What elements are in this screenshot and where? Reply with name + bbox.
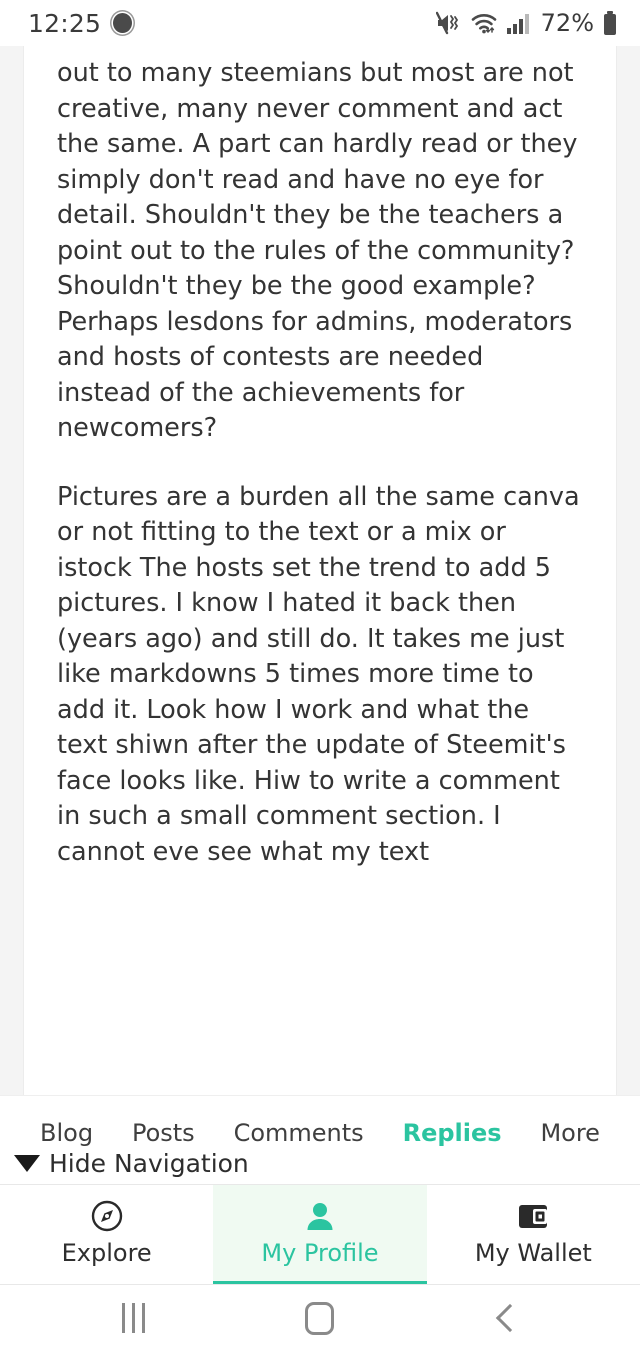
recents-icon — [121, 1303, 145, 1333]
home-icon — [305, 1301, 335, 1335]
battery-icon — [602, 10, 618, 36]
post-paragraph: Pictures are a burden all the same canva… — [57, 481, 580, 867]
status-clock: 12:25 — [28, 8, 102, 38]
wifi-icon — [470, 11, 498, 35]
status-bar: 12:25 72% — [0, 0, 640, 46]
back-icon — [495, 1303, 525, 1333]
profile-tab-strip: Blog Posts Comments Replies More Hide Na… — [0, 1095, 640, 1181]
mute-vibrate-icon — [435, 11, 462, 35]
tab-replies[interactable]: Replies — [403, 1119, 502, 1147]
phone-screen: 12:25 72% out to many steemians but most… — [0, 0, 640, 1351]
system-home-button[interactable] — [275, 1291, 365, 1345]
system-recents-button[interactable] — [88, 1291, 178, 1345]
person-icon — [303, 1199, 337, 1233]
post-card: out to many steemians but most are not c… — [23, 46, 617, 1095]
post-body: out to many steemians but most are not c… — [24, 46, 616, 870]
content-scroll-area[interactable]: out to many steemians but most are not c… — [0, 46, 640, 1095]
tab-blog[interactable]: Blog — [40, 1119, 93, 1147]
status-bar-left: 12:25 — [28, 8, 133, 38]
system-back-button[interactable] — [462, 1291, 552, 1345]
notification-dot-icon — [113, 13, 133, 33]
caret-down-icon — [14, 1155, 40, 1172]
status-bar-right: 72% — [435, 9, 618, 37]
nav-item-my-wallet[interactable]: My Wallet — [426, 1185, 640, 1284]
hide-navigation-label: Hide Navigation — [49, 1149, 249, 1178]
tab-posts[interactable]: Posts — [132, 1119, 195, 1147]
nav-item-explore[interactable]: Explore — [0, 1185, 214, 1284]
system-navigation-bar — [0, 1285, 640, 1351]
bottom-navigation-bar: Explore My Profile My Wallet — [0, 1184, 640, 1285]
nav-label-explore: Explore — [61, 1239, 152, 1267]
tab-more[interactable]: More — [540, 1119, 600, 1147]
compass-icon — [90, 1199, 124, 1233]
hide-navigation-button[interactable]: Hide Navigation — [12, 1146, 257, 1181]
nav-label-my-profile: My Profile — [261, 1239, 379, 1267]
wallet-icon — [516, 1199, 550, 1233]
battery-percentage: 72% — [540, 9, 594, 37]
nav-label-my-wallet: My Wallet — [474, 1239, 592, 1267]
post-paragraph: out to many steemians but most are not c… — [57, 58, 578, 443]
tab-comments[interactable]: Comments — [234, 1119, 364, 1147]
nav-item-my-profile[interactable]: My Profile — [213, 1185, 427, 1284]
cellular-signal-icon — [506, 11, 531, 35]
